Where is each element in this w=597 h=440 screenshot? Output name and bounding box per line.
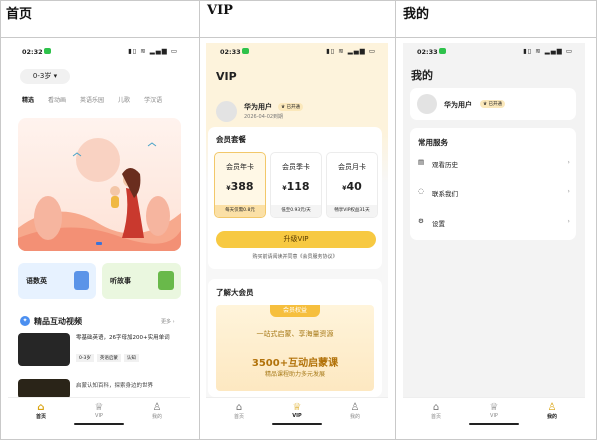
chevron-right-icon: › — [567, 217, 570, 225]
user-name: 华为用户 — [444, 101, 472, 109]
more-link[interactable]: 更多 › — [161, 318, 175, 325]
tab-home[interactable]: ⌂ 首页 — [26, 402, 56, 420]
chat-icon: ◌ — [418, 187, 424, 195]
status-bar: 02:32 ▮▯ ≋ ▂▄▆ ▭ — [22, 47, 178, 56]
upgrade-button[interactable]: 升级VIP — [216, 231, 376, 248]
video-thumbnail[interactable] — [18, 379, 70, 399]
person-icon: ♙ — [152, 402, 162, 413]
services-card: 常用服务 ▤ 观看历史 › ◌ 联系我们 › ⚙ 设置 › — [410, 128, 576, 240]
plan-month[interactable]: 会员月卡 ¥40 畅享VIP权益31天 — [326, 152, 378, 218]
book-icon — [74, 271, 89, 290]
caption-mine: 我的 — [403, 7, 430, 22]
profile-card[interactable]: 华为用户 ♛ 已开通 — [410, 88, 576, 120]
tab-mine[interactable]: ♙ 我的 — [142, 402, 172, 420]
section-title: 精品互动视频 — [34, 317, 82, 326]
plan-year[interactable]: 会员年卡 ¥388 每天仅需0.8元 — [214, 152, 266, 218]
video-title[interactable]: 启蒙认知百科，探索身边的世界 — [76, 381, 180, 389]
video-section-icon: ✦ — [20, 316, 30, 326]
avatar — [216, 101, 237, 122]
tab-bar: ⌂ 首页 ♕ VIP ♙ 我的 — [403, 397, 585, 429]
status-bar: 02:33 ▮▯ ≋ ▂▄▆ ▭ — [417, 47, 573, 56]
tab-mine[interactable]: ♙ 我的 — [340, 402, 370, 420]
tab-vip[interactable]: ♕ VIP — [479, 402, 509, 419]
divider — [395, 0, 396, 440]
plan-quarter[interactable]: 会员季卡 ¥118 低至0.93元/天 — [270, 152, 322, 218]
card-language[interactable]: 语数英 — [18, 263, 96, 299]
tab-vip[interactable]: ♕ VIP — [84, 402, 114, 419]
home-icon: ⌂ — [37, 402, 45, 413]
story-icon — [158, 271, 174, 290]
mother-child-illustration — [18, 138, 181, 251]
vip-screen: 02:33 ▮▯ ≋ ▂▄▆ ▭ VIP 华为用户 ♛ 已开通 2026-04-0… — [206, 43, 388, 429]
caption-vip: VIP — [207, 3, 233, 18]
gear-icon: ⚙ — [418, 217, 424, 225]
chevron-right-icon: › — [567, 158, 570, 166]
member-badge: ♛ 已开通 — [480, 100, 505, 108]
tab-songs[interactable]: 儿歌 — [118, 95, 130, 104]
benefits-card: 了解大会员 会员权益 一站式启蒙、享海量资源 3500+互动启蒙课 精品课程助力… — [208, 279, 382, 397]
category-tabs: 精选 看动画 英语乐园 儿歌 学汉语 — [22, 95, 187, 104]
page-title: VIP — [216, 70, 237, 83]
history-icon: ▤ — [418, 158, 425, 166]
crown-icon: ♕ — [292, 402, 302, 413]
crown-icon: ♕ — [94, 402, 104, 413]
status-bar: 02:33 ▮▯ ≋ ▂▄▆ ▭ — [220, 47, 376, 56]
tab-home[interactable]: ⌂ 首页 — [421, 402, 451, 420]
tab-vip[interactable]: ♕ VIP — [282, 402, 312, 419]
crown-icon: ♕ — [489, 402, 499, 413]
service-contact[interactable]: ◌ 联系我们 › — [418, 187, 570, 201]
home-icon: ⌂ — [235, 402, 243, 413]
avatar — [417, 94, 437, 114]
services-title: 常用服务 — [418, 138, 448, 147]
expire-date: 2026-04-02到期 — [244, 114, 284, 120]
person-icon: ♙ — [547, 402, 557, 413]
tab-english[interactable]: 英语乐园 — [80, 95, 104, 104]
caption-home: 首页 — [6, 7, 33, 22]
video-tags: 0-3岁 英语启蒙 认知 — [76, 354, 139, 362]
benefits-banner: 会员权益 一站式启蒙、享海量资源 3500+互动启蒙课 精品课程助力多元发展 — [216, 305, 374, 391]
age-selector[interactable]: 0-3岁 ▾ — [20, 69, 70, 84]
agreement-text[interactable]: 购买前请阅读并同意《会员服务协议》 — [208, 253, 382, 260]
member-badge: ♛ 已开通 — [278, 103, 303, 111]
home-screen: 02:32 ▮▯ ≋ ▂▄▆ ▭ 0-3岁 ▾ 精选 看动画 英语乐园 儿歌 学汉… — [8, 43, 190, 429]
tab-bar: ⌂ 首页 ♕ VIP ♙ 我的 — [8, 397, 190, 429]
service-settings[interactable]: ⚙ 设置 › — [418, 217, 570, 231]
tab-home[interactable]: ⌂ 首页 — [224, 402, 254, 420]
video-title[interactable]: 零基础英语，26字母加200+实用单词 — [76, 334, 180, 342]
benefits-title: 了解大会员 — [216, 288, 254, 297]
chevron-right-icon: › — [567, 187, 570, 195]
divider — [199, 0, 200, 440]
home-icon: ⌂ — [432, 402, 440, 413]
plans-card: 会员套餐 会员年卡 ¥388 每天仅需0.8元 会员季卡 ¥118 低至0.93… — [208, 127, 382, 269]
divider — [0, 37, 597, 38]
person-icon: ♙ — [350, 402, 360, 413]
plans-title: 会员套餐 — [216, 135, 246, 144]
tab-featured[interactable]: 精选 — [22, 95, 34, 104]
video-thumbnail[interactable] — [18, 333, 70, 366]
page-title: 我的 — [411, 69, 433, 82]
tab-chinese[interactable]: 学汉语 — [144, 95, 162, 104]
tab-mine[interactable]: ♙ 我的 — [537, 402, 567, 420]
user-name: 华为用户 — [244, 103, 272, 111]
service-history[interactable]: ▤ 观看历史 › — [418, 158, 570, 172]
mine-screen: 02:33 ▮▯ ≋ ▂▄▆ ▭ 我的 华为用户 ♛ 已开通 常用服务 ▤ 观看历… — [403, 43, 585, 429]
tab-bar: ⌂ 首页 ♕ VIP ♙ 我的 — [206, 397, 388, 429]
hero-banner[interactable] — [18, 118, 181, 251]
card-stories[interactable]: 听故事 — [102, 263, 181, 299]
tab-cartoon[interactable]: 看动画 — [48, 95, 66, 104]
